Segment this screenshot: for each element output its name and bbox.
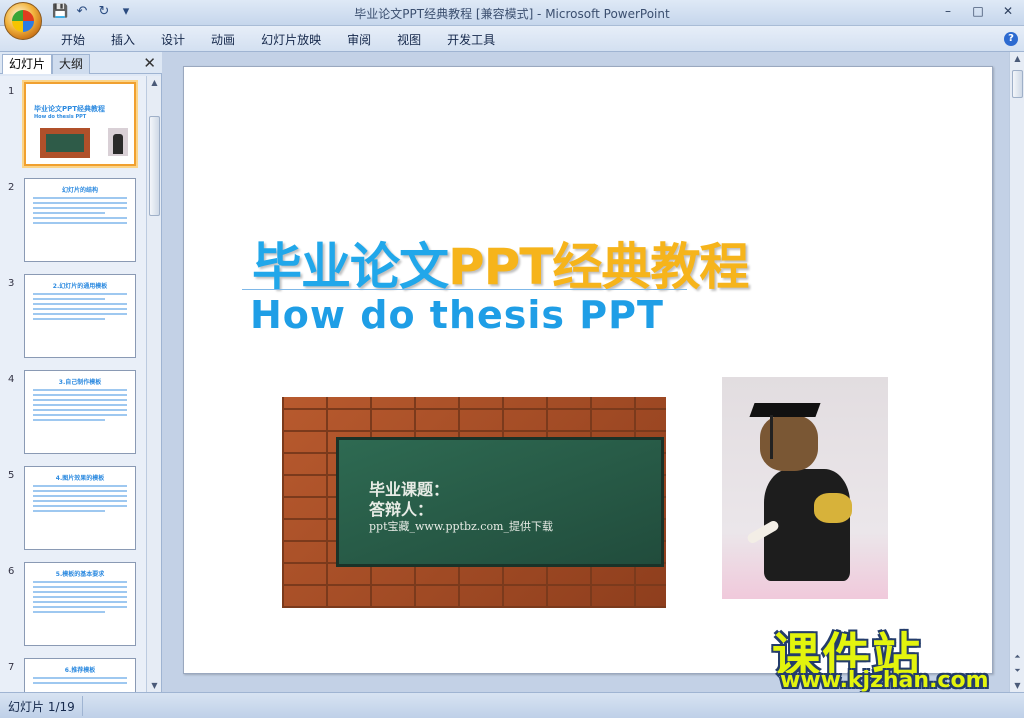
maximize-button[interactable]: □ (964, 2, 992, 20)
office-button[interactable] (4, 2, 42, 40)
slide-thumbnail-5[interactable]: 4.图片效果的模板 (24, 466, 136, 550)
slides-panel: 幻灯片 大纲 ✕ 1 毕业论文PPT经典教程 How do thesis PPT… (0, 52, 162, 692)
office-logo-icon (12, 10, 34, 32)
scroll-down-icon[interactable]: ▼ (1012, 681, 1023, 690)
thumb-title: 2.幻灯片的通用模板 (52, 283, 108, 290)
tab-design[interactable]: 设计 (148, 31, 198, 48)
current-slide[interactable]: 毕业论文PPT经典教程 How do thesis PPT 毕业课题： 答辩人：… (183, 66, 993, 674)
thumb-chalkboard-image (40, 128, 90, 158)
window-title: 毕业论文PPT经典教程 [兼容模式] - Microsoft PowerPoin… (354, 7, 670, 21)
thumb-title: 毕业论文PPT经典教程 (34, 105, 106, 113)
chalkboard: 毕业课题： 答辩人： ppt宝藏_www.pptbz.com_提供下载 (336, 437, 664, 567)
window-controls: – □ ✕ (934, 2, 1022, 20)
board-credit-text: ppt宝藏_www.pptbz.com_提供下载 (369, 520, 553, 533)
thumb-title: 幻灯片的结构 (61, 187, 98, 194)
chalkboard-image[interactable]: 毕业课题： 答辩人： ppt宝藏_www.pptbz.com_提供下载 (282, 397, 666, 608)
status-divider (82, 696, 83, 716)
thumbnail-scrollbar[interactable]: ▲ ▼ (146, 76, 161, 692)
tab-home[interactable]: 开始 (48, 31, 98, 48)
panel-close-icon[interactable]: ✕ (143, 54, 156, 72)
watermark-logo: 课件站 www.kjzhan.com (772, 616, 1008, 694)
thumb-title: 5.模板的基本要求 (55, 571, 105, 578)
thumbnail-list: 1 毕业论文PPT经典教程 How do thesis PPT 2 幻灯片的结构… (0, 76, 146, 692)
slide-number: 3 (8, 278, 15, 289)
slide-subtitle[interactable]: How do thesis PPT (250, 293, 664, 337)
slide-thumbnail-3[interactable]: 2.幻灯片的通用模板 (24, 274, 136, 358)
board-presenter-label: 答辩人： (369, 500, 434, 519)
slide-thumbnail-7[interactable]: 6.推荐模板 (24, 658, 136, 692)
scroll-up-icon[interactable]: ▲ (1012, 54, 1023, 63)
tab-view[interactable]: 视图 (384, 31, 434, 48)
ribbon-tabs: 开始 插入 设计 动画 幻灯片放映 审阅 视图 开发工具 (48, 31, 508, 48)
slide-thumbnail-2[interactable]: 幻灯片的结构 (24, 178, 136, 262)
slide-number: 4 (8, 374, 15, 385)
slide-thumbnail-1[interactable]: 毕业论文PPT经典教程 How do thesis PPT (24, 82, 136, 166)
slide-number: 6 (8, 566, 15, 577)
thumb-graduate-image (108, 128, 128, 156)
slide-title-orange: PPT经典教程 (448, 238, 749, 296)
title-divider (242, 289, 687, 290)
tab-outline[interactable]: 大纲 (52, 54, 91, 74)
tab-insert[interactable]: 插入 (98, 31, 148, 48)
minimize-button[interactable]: – (934, 2, 962, 20)
thumb-title: 4.图片效果的模板 (55, 475, 105, 482)
slide-number: 2 (8, 182, 15, 193)
slide-scrollbar[interactable]: ▲ ⏶ ⏷ ▼ (1009, 52, 1024, 692)
close-button[interactable]: ✕ (994, 2, 1022, 20)
graduate-doll-image[interactable] (722, 377, 888, 599)
scroll-thumb[interactable] (149, 116, 160, 216)
scroll-up-icon[interactable]: ▲ (149, 78, 160, 87)
status-bar: 幻灯片 1/19 (0, 692, 1024, 718)
slide-thumbnail-4[interactable]: 3.自己制作模板 (24, 370, 136, 454)
slide-indicator: 幻灯片 1/19 (8, 700, 75, 714)
help-icon[interactable]: ? (1004, 32, 1018, 46)
scroll-thumb[interactable] (1012, 70, 1023, 98)
slide-number: 7 (8, 662, 15, 673)
tab-review[interactable]: 审阅 (334, 31, 384, 48)
slide-thumbnail-6[interactable]: 5.模板的基本要求 (24, 562, 136, 646)
tab-animations[interactable]: 动画 (198, 31, 248, 48)
tab-slideshow[interactable]: 幻灯片放映 (248, 31, 334, 48)
prev-slide-icon[interactable]: ⏶ (1012, 652, 1023, 662)
tab-slides[interactable]: 幻灯片 (2, 54, 53, 74)
slide-number: 1 (8, 86, 15, 97)
title-bar: 💾 ↶ ↻ ▾ 毕业论文PPT经典教程 [兼容模式] - Microsoft P… (0, 0, 1024, 26)
watermark-url: www.kjzhan.com (780, 668, 989, 693)
next-slide-icon[interactable]: ⏷ (1012, 666, 1023, 676)
scroll-down-icon[interactable]: ▼ (149, 681, 160, 690)
ribbon: 开始 插入 设计 动画 幻灯片放映 审阅 视图 开发工具 ? (0, 26, 1024, 52)
panel-tabs: 幻灯片 大纲 ✕ (0, 52, 162, 74)
tab-developer[interactable]: 开发工具 (434, 31, 508, 48)
slide-title-blue: 毕业论文 (252, 238, 449, 296)
slide-number: 5 (8, 470, 15, 481)
thumb-subtitle: How do thesis PPT (34, 114, 87, 120)
slide-editor: 毕业论文PPT经典教程 How do thesis PPT 毕业课题： 答辩人：… (162, 52, 1009, 692)
thumb-title: 6.推荐模板 (64, 667, 96, 674)
thumb-title: 3.自己制作模板 (58, 379, 102, 386)
